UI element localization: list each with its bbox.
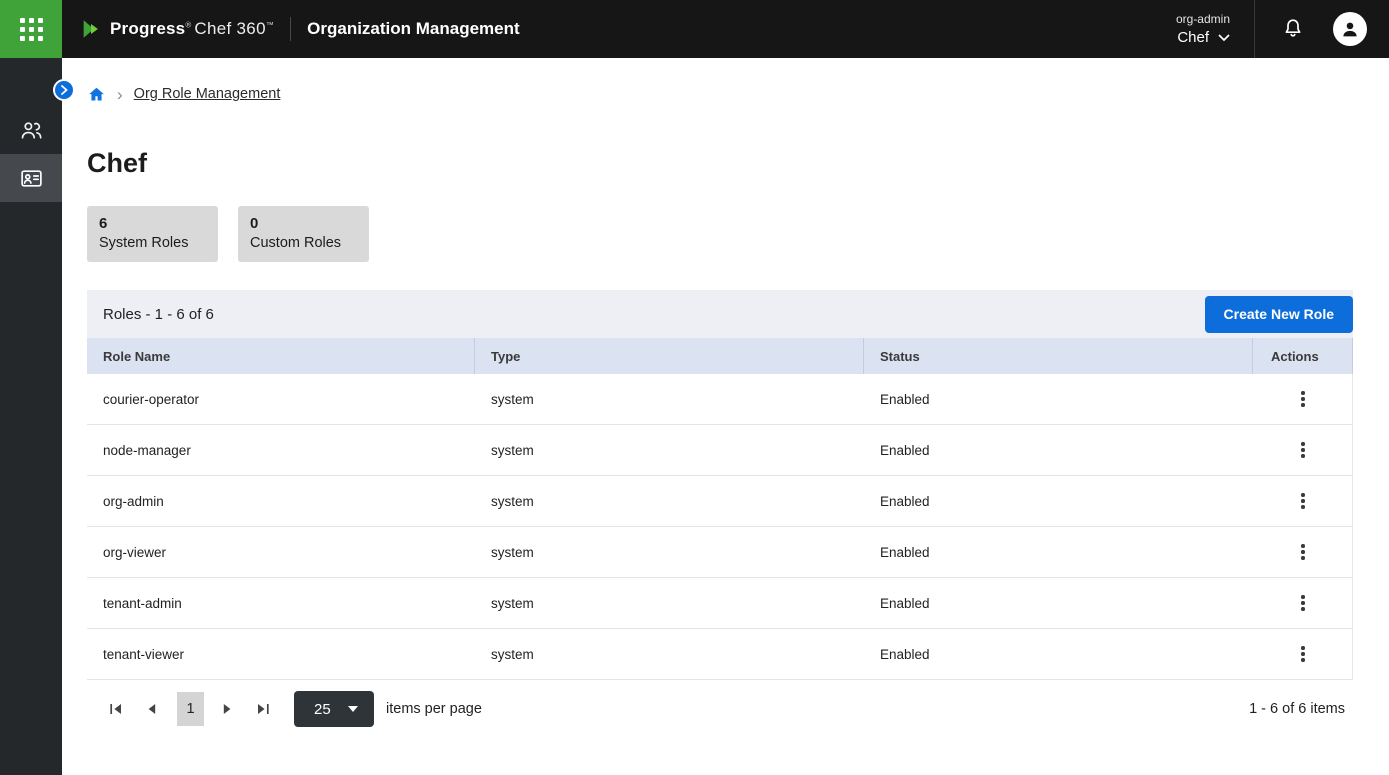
page-size-dropdown[interactable]: 25 — [294, 691, 374, 727]
sidebar-item-users[interactable] — [0, 106, 62, 154]
row-actions-menu-button[interactable] — [1290, 386, 1316, 412]
chevron-down-icon — [1218, 34, 1230, 42]
stat-cards: 6 System Roles 0 Custom Roles — [87, 206, 1353, 262]
table-toolbar: Roles - 1 - 6 of 6 Create New Role — [87, 290, 1353, 338]
row-actions-menu-button[interactable] — [1290, 488, 1316, 514]
tenant-name-label: Chef — [1177, 29, 1209, 47]
custom-roles-label: Custom Roles — [250, 235, 349, 251]
brand-trademark: ® — [185, 20, 191, 29]
left-sidebar — [0, 58, 62, 775]
column-header-role-name[interactable]: Role Name — [87, 338, 475, 374]
type-cell: system — [475, 647, 864, 662]
kebab-icon — [1301, 442, 1305, 458]
role-name-cell: org-viewer — [87, 545, 475, 560]
page-size-value: 25 — [314, 701, 331, 718]
pagination-range-label: 1 - 6 of 6 items — [1249, 701, 1353, 717]
kebab-icon — [1301, 544, 1305, 560]
breadcrumb-separator: › — [117, 86, 123, 103]
breadcrumb-current-link[interactable]: Org Role Management — [134, 86, 281, 102]
brand-logo: Progress® Chef 360™ — [80, 18, 274, 40]
header-right: org-admin Chef — [1176, 0, 1389, 58]
header-vertical-separator — [1254, 0, 1255, 58]
type-cell: system — [475, 443, 864, 458]
row-actions-menu-button[interactable] — [1290, 590, 1316, 616]
progress-logo-icon — [80, 18, 102, 40]
top-header: Progress® Chef 360™ Organization Managem… — [0, 0, 1389, 58]
column-header-type[interactable]: Type — [475, 338, 864, 374]
custom-roles-count: 0 — [250, 215, 349, 232]
app-title: Organization Management — [307, 19, 520, 39]
first-page-button[interactable] — [105, 698, 127, 720]
breadcrumb: › Org Role Management — [87, 84, 1353, 104]
kebab-icon — [1301, 595, 1305, 611]
chevron-right-icon — [61, 85, 68, 95]
system-roles-card: 6 System Roles — [87, 206, 218, 262]
role-name-cell: tenant-viewer — [87, 647, 475, 662]
status-cell: Enabled — [864, 545, 1253, 560]
type-cell: system — [475, 392, 864, 407]
table-row: org-admin system Enabled — [87, 476, 1353, 527]
table-row: tenant-viewer system Enabled — [87, 629, 1353, 680]
items-per-page-label: items per page — [386, 701, 482, 717]
row-actions-menu-button[interactable] — [1290, 437, 1316, 463]
system-roles-count: 6 — [99, 215, 198, 232]
roles-table: Roles - 1 - 6 of 6 Create New Role Role … — [87, 290, 1353, 738]
notifications-button[interactable] — [1281, 17, 1305, 41]
page-title: Chef — [87, 146, 1353, 180]
kebab-icon — [1301, 646, 1305, 662]
users-icon — [19, 118, 44, 143]
status-cell: Enabled — [864, 443, 1253, 458]
create-new-role-button[interactable]: Create New Role — [1205, 296, 1353, 333]
main-content: › Org Role Management Chef 6 System Role… — [62, 58, 1389, 775]
waffle-icon — [20, 18, 43, 41]
previous-page-button[interactable] — [141, 698, 163, 720]
status-cell: Enabled — [864, 647, 1253, 662]
pagination-bar: 1 25 items per page 1 - 6 of 6 items — [87, 680, 1353, 738]
tenant-menu[interactable]: org-admin Chef — [1176, 12, 1230, 47]
system-roles-label: System Roles — [99, 235, 198, 251]
table-row: courier-operator system Enabled — [87, 374, 1353, 425]
row-actions-menu-button[interactable] — [1290, 641, 1316, 667]
sidebar-expand-button[interactable] — [53, 79, 75, 101]
page-number-button[interactable]: 1 — [177, 692, 204, 726]
type-cell: system — [475, 596, 864, 611]
status-cell: Enabled — [864, 596, 1253, 611]
status-cell: Enabled — [864, 494, 1253, 509]
app-launcher-button[interactable] — [0, 0, 62, 58]
sidebar-item-org-roles[interactable] — [0, 154, 62, 202]
role-name-cell: org-admin — [87, 494, 475, 509]
bell-icon — [1281, 17, 1305, 41]
role-name-cell: node-manager — [87, 443, 475, 458]
column-header-status[interactable]: Status — [864, 338, 1253, 374]
last-page-button[interactable] — [252, 698, 274, 720]
role-name-cell: courier-operator — [87, 392, 475, 407]
header-logo-divider — [290, 17, 291, 41]
table-title: Roles - 1 - 6 of 6 — [103, 306, 214, 323]
user-avatar-button[interactable] — [1333, 12, 1367, 46]
table-body: courier-operator system Enabled node-man… — [87, 374, 1353, 680]
next-page-button[interactable] — [216, 698, 238, 720]
kebab-icon — [1301, 391, 1305, 407]
brand-name: Progress® — [110, 19, 191, 39]
table-row: tenant-admin system Enabled — [87, 578, 1353, 629]
product-trademark: ™ — [266, 20, 274, 29]
user-role-label: org-admin — [1176, 12, 1230, 27]
column-header-actions: Actions — [1253, 338, 1353, 374]
dropdown-arrow-icon — [348, 706, 358, 712]
product-name: Chef 360™ — [194, 19, 274, 39]
table-row: org-viewer system Enabled — [87, 527, 1353, 578]
home-breadcrumb-link[interactable] — [87, 85, 106, 104]
table-row: node-manager system Enabled — [87, 425, 1353, 476]
type-cell: system — [475, 545, 864, 560]
table-header-row: Role Name Type Status Actions — [87, 338, 1353, 374]
custom-roles-card: 0 Custom Roles — [238, 206, 369, 262]
type-cell: system — [475, 494, 864, 509]
status-cell: Enabled — [864, 392, 1253, 407]
home-icon — [87, 85, 106, 104]
role-name-cell: tenant-admin — [87, 596, 475, 611]
roles-badge-icon — [19, 166, 44, 191]
person-icon — [1339, 18, 1361, 40]
row-actions-menu-button[interactable] — [1290, 539, 1316, 565]
kebab-icon — [1301, 493, 1305, 509]
